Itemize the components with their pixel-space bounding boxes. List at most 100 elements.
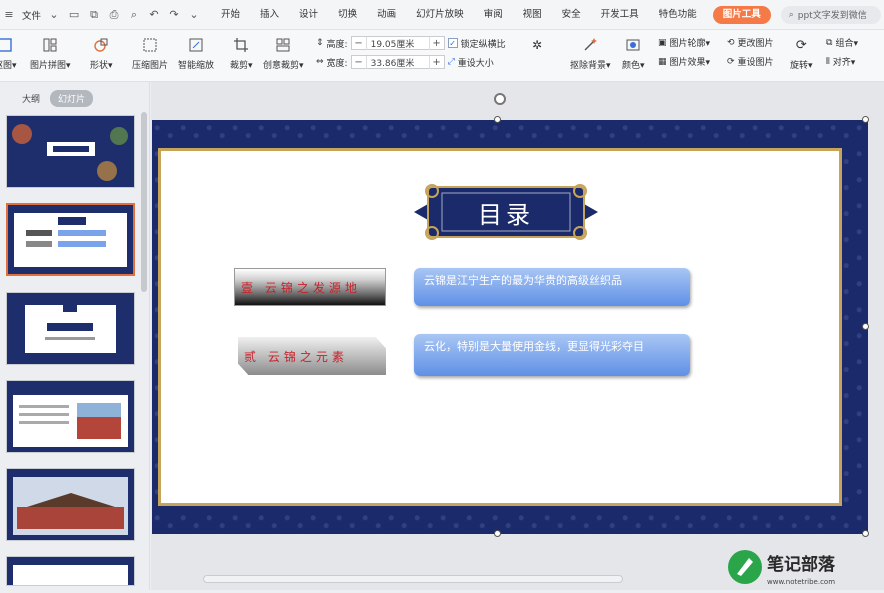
slide-content-frame: 目录 壹 云锦之发源地 云锦是江宁生产的最为华贵的高级丝织品 贰 云锦之元素 云…	[158, 148, 842, 506]
menu-bar: ≡ 文件 ⌄ ▭ ⧉ ⎙ ⌕ ↶ ↷ ⌄ 开始 插入 设计 切换 动画 幻灯片放…	[0, 0, 884, 30]
color-button[interactable]: 颜色▾	[622, 36, 645, 71]
tab-slideshow[interactable]: 幻灯片放映	[406, 0, 474, 30]
chevron-down-icon[interactable]: ⌄	[47, 8, 61, 22]
width-icon: ⇔	[316, 57, 324, 67]
tab-transition[interactable]: 切换	[328, 0, 367, 30]
width-field[interactable]: − 33.86厘米 +	[350, 55, 445, 69]
change-picture-icon: ⟲	[727, 37, 735, 48]
tab-security[interactable]: 安全	[552, 0, 591, 30]
reset-picture-button[interactable]: ⟳ 重设图片	[727, 55, 774, 69]
slide-current[interactable]: 目录 壹 云锦之发源地 云锦是江宁生产的最为华贵的高级丝织品 贰 云锦之元素 云…	[152, 120, 868, 534]
tab-design[interactable]: 设计	[289, 0, 328, 30]
watermark-text: 笔记部落	[767, 554, 836, 575]
outline-icon: ▣	[658, 37, 667, 48]
slide-canvas: 目录 壹 云锦之发源地 云锦是江宁生产的最为华贵的高级丝织品 贰 云锦之元素 云…	[151, 82, 884, 590]
tab-outline[interactable]: 大纲	[22, 92, 40, 105]
reset-picture-icon: ⟳	[727, 56, 735, 67]
tab-insert[interactable]: 插入	[250, 0, 289, 30]
export-icon[interactable]: ⧉	[87, 8, 101, 22]
minus-icon[interactable]: −	[352, 57, 366, 68]
rotate-handle[interactable]	[494, 93, 506, 105]
resize-handle-top-right[interactable]	[862, 116, 869, 123]
creative-crop-icon	[274, 36, 292, 54]
matting-button[interactable]: 抠图▾	[0, 36, 17, 71]
resize-handle-bottom-right[interactable]	[862, 530, 869, 537]
compress-button[interactable]: 压缩图片	[132, 36, 168, 71]
minus-icon[interactable]: −	[352, 38, 366, 49]
slide-thumbnail-1[interactable]	[6, 115, 135, 188]
watermark-logo: 笔记部落 www.notetribe.com	[723, 544, 884, 590]
rotate-icon: ⟳	[795, 37, 807, 53]
customize-icon[interactable]: ⌄	[187, 8, 201, 22]
shape-icon	[92, 36, 110, 54]
ribbon-toolbar: 抠图▾ 图片拼图▾ 形状▾ 压缩图片 智能缩放 裁剪▾ 创意裁剪▾ ⇕ 高度: …	[0, 30, 884, 82]
slide-thumbnail-3[interactable]	[6, 292, 135, 365]
slide-title: 目录	[478, 200, 534, 229]
preview-icon[interactable]: ⌕	[127, 8, 141, 22]
compress-icon	[141, 36, 159, 54]
slide-thumbnail-4[interactable]	[6, 380, 135, 453]
magic-wand-icon	[581, 36, 599, 54]
slide-thumbnail-6[interactable]	[6, 556, 135, 586]
plus-icon[interactable]: +	[430, 57, 444, 68]
height-field[interactable]: − 19.05厘米 +	[350, 36, 445, 50]
horizontal-scrollbar[interactable]	[203, 575, 623, 583]
toc-item-text-1[interactable]: 云锦是江宁生产的最为华贵的高级丝织品	[414, 268, 690, 306]
color-icon	[624, 36, 642, 54]
search-icon: ⌕	[788, 9, 794, 20]
align-button[interactable]: ⫴ 对齐▾	[826, 55, 855, 69]
tab-picture-tools[interactable]: 图片工具	[712, 5, 771, 24]
height-icon: ⇕	[316, 38, 324, 48]
group-icon: ⧉	[826, 37, 833, 48]
tab-home[interactable]: 开始	[211, 0, 250, 30]
toc-item-label-2[interactable]: 贰 云锦之元素	[238, 337, 386, 375]
resize-handle-top[interactable]	[494, 116, 501, 123]
lock-ratio-checkbox[interactable]: ✓	[447, 38, 458, 48]
picture-effect-button[interactable]: ▦ 图片效果▾	[658, 55, 710, 69]
slide-thumbnail-5[interactable]	[6, 468, 135, 541]
hamburger-icon[interactable]: ≡	[2, 8, 16, 22]
width-row: ⇔ 宽度: − 33.86厘米 + ⤢ 重设大小	[316, 55, 494, 69]
print-icon[interactable]: ⎙	[107, 8, 121, 22]
tab-animation[interactable]: 动画	[367, 0, 406, 30]
title-banner[interactable]: 目录	[406, 173, 606, 251]
tab-features[interactable]: 特色功能	[649, 0, 707, 30]
rotate-button[interactable]: ⟳ 旋转▾	[790, 36, 813, 72]
tab-developer[interactable]: 开发工具	[591, 0, 649, 30]
resize-handle-bottom[interactable]	[494, 530, 501, 537]
collage-icon	[41, 36, 59, 54]
redo-icon[interactable]: ↷	[167, 8, 181, 22]
effect-icon: ▦	[658, 56, 667, 67]
reset-size-button[interactable]: 重设大小	[458, 56, 494, 69]
creative-crop-button[interactable]: 创意裁剪▾	[263, 36, 304, 71]
slide-thumbnail-pane: 大纲 幻灯片	[0, 82, 150, 590]
plus-icon[interactable]: +	[430, 38, 444, 49]
slide-thumbnail-2[interactable]	[6, 203, 135, 276]
reset-size-icon: ⤢	[447, 57, 455, 67]
collage-button[interactable]: 图片拼图▾	[30, 36, 71, 71]
effects-small-button[interactable]: ✲	[528, 36, 546, 58]
watermark-sub: www.notetribe.com	[767, 578, 835, 586]
save-icon[interactable]: ▭	[67, 8, 81, 22]
smart-scale-button[interactable]: 智能缩放	[178, 36, 214, 71]
file-menu[interactable]: 文件	[22, 8, 41, 22]
tab-slides[interactable]: 幻灯片	[50, 90, 94, 107]
picture-outline-button[interactable]: ▣ 图片轮廓▾	[658, 36, 710, 50]
search-input[interactable]: ⌕ ppt文字发到微信	[780, 5, 881, 24]
thumbnail-scrollbar[interactable]	[141, 112, 147, 292]
undo-icon[interactable]: ↶	[147, 8, 161, 22]
height-row: ⇕ 高度: − 19.05厘米 + ✓ 锁定纵横比	[316, 36, 506, 50]
smart-scale-icon	[187, 36, 205, 54]
toc-item-label-1[interactable]: 壹 云锦之发源地	[234, 268, 386, 306]
tab-review[interactable]: 审阅	[474, 0, 513, 30]
change-picture-button[interactable]: ⟲ 更改图片	[727, 36, 774, 50]
tab-view[interactable]: 视图	[513, 0, 552, 30]
crop-button[interactable]: 裁剪▾	[230, 36, 253, 71]
align-icon: ⫴	[826, 56, 830, 67]
toc-item-text-2[interactable]: 云化，特别是大量使用金线，更显得光彩夺目	[414, 334, 690, 376]
group-button[interactable]: ⧉ 组合▾	[826, 36, 858, 50]
remove-bg-button[interactable]: 抠除背景▾	[570, 36, 611, 71]
resize-handle-right[interactable]	[862, 323, 869, 330]
shape-button[interactable]: 形状▾	[90, 36, 113, 71]
matting-icon	[0, 36, 14, 54]
